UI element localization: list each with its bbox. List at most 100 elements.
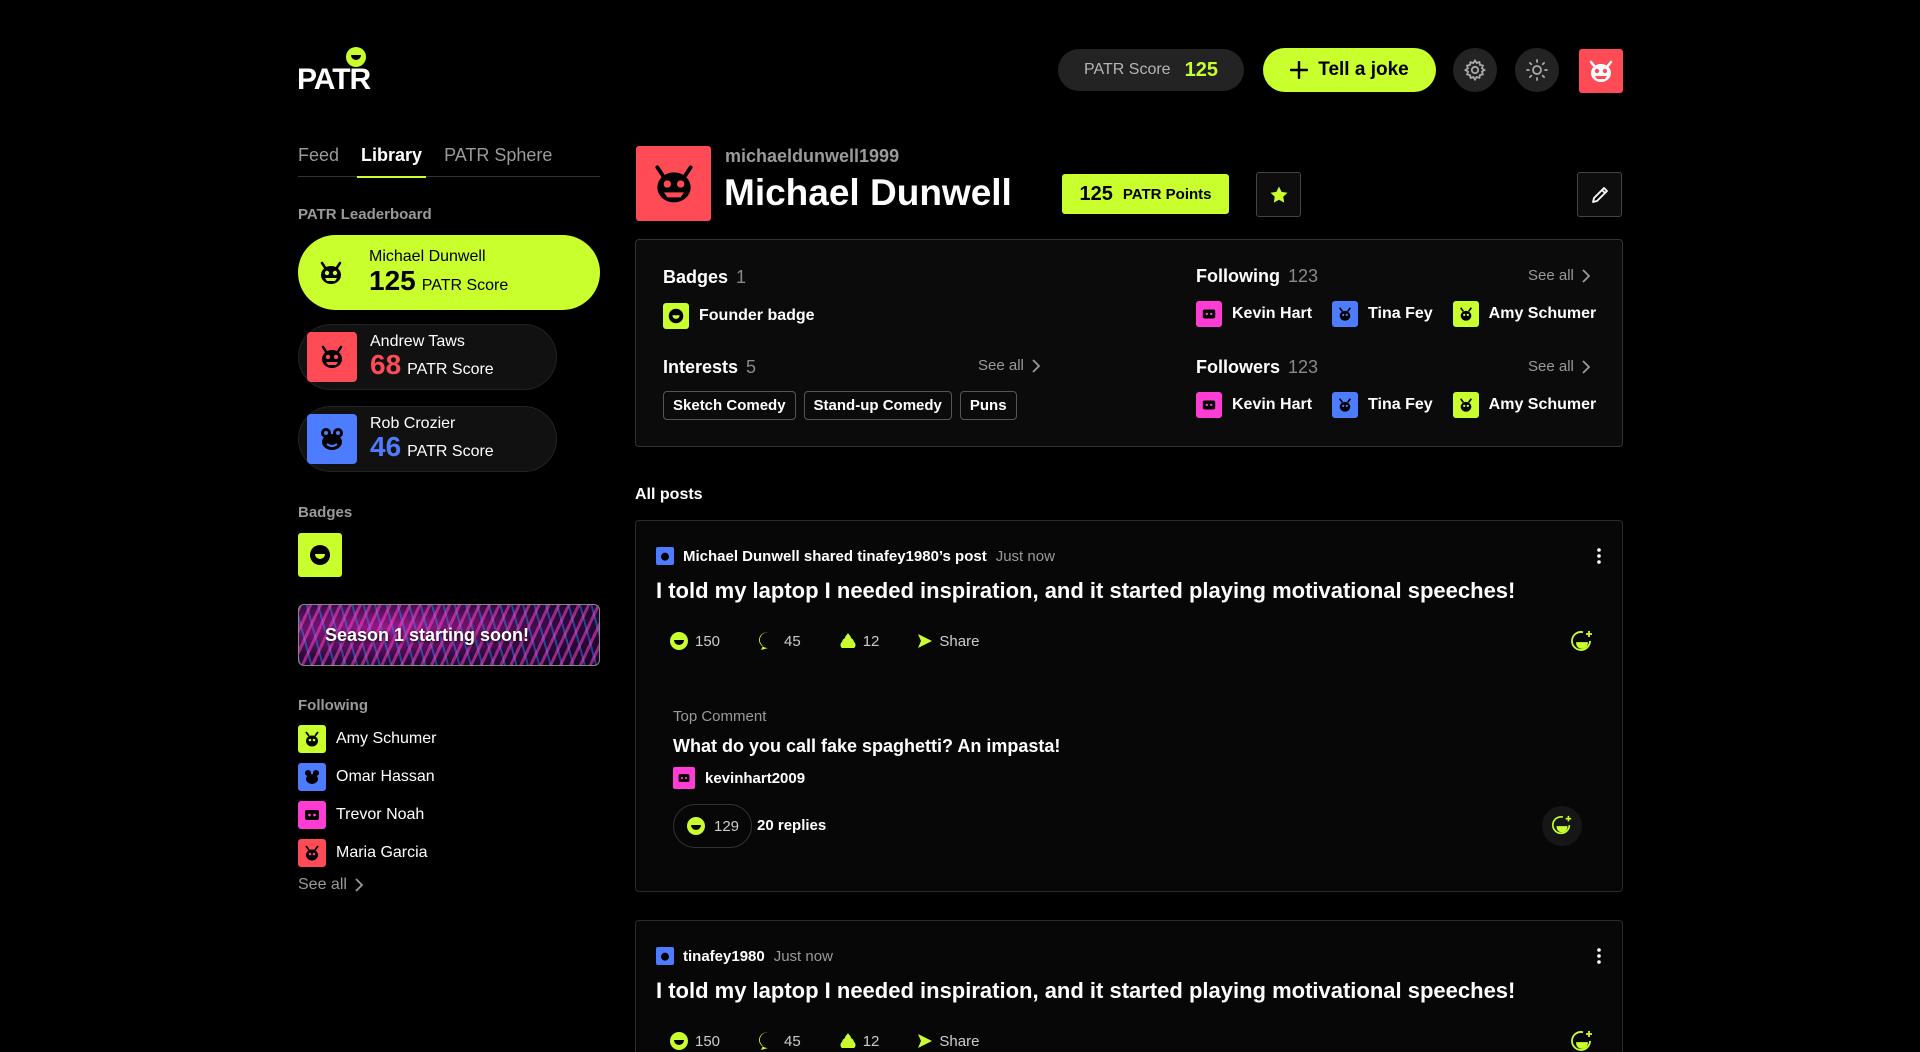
following-item[interactable]: Omar Hassan	[298, 763, 435, 791]
following-see-all-link[interactable]: See all	[1528, 267, 1590, 284]
following-item[interactable]: Trevor Noah	[298, 801, 424, 829]
monster-avatar-icon	[305, 731, 319, 747]
avatar	[1452, 301, 1479, 327]
laugh-icon	[670, 632, 688, 650]
comment-icon	[759, 1032, 769, 1050]
person-tina-fey[interactable]: Tina Fey	[1332, 392, 1433, 418]
interest-chip[interactable]: Puns	[959, 391, 1017, 420]
leaderboard-score-label: PATR Score	[407, 443, 494, 461]
tab-patr-sphere[interactable]: PATR Sphere	[444, 145, 552, 177]
share-arrow-icon	[918, 1034, 933, 1048]
leaderboard-item-2[interactable]: Andrew Taws 68 PATR Score	[298, 324, 557, 390]
person-kevin-hart[interactable]: Kevin Hart	[1196, 301, 1312, 327]
person-amy-schumer[interactable]: Amy Schumer	[1452, 301, 1596, 327]
post-actions: 150 45 12 Share	[669, 631, 979, 651]
following-name: Omar Hassan	[336, 768, 435, 785]
person-name: Tina Fey	[1368, 396, 1433, 413]
add-reaction-button[interactable]	[1570, 1030, 1594, 1052]
laugh-button[interactable]: 150	[669, 631, 720, 651]
following-name: Trevor Noah	[336, 806, 425, 823]
comment-icon	[759, 632, 769, 650]
monster-avatar-icon	[1202, 309, 1216, 319]
replies-link[interactable]: 20 replies	[757, 817, 826, 834]
followers-see-all-link[interactable]: See all	[1528, 358, 1590, 375]
chevron-right-icon	[1582, 268, 1590, 283]
see-all-label: See all	[298, 876, 347, 893]
founder-badge-tile	[663, 303, 689, 329]
all-posts-title: All posts	[635, 486, 703, 503]
patr-score-pill: PATR Score 125	[1058, 49, 1244, 91]
monster-avatar-icon	[654, 164, 693, 202]
post-text: I told my laptop I needed inspiration, a…	[656, 578, 1516, 603]
interest-chip[interactable]: Sketch Comedy	[663, 391, 796, 420]
season-banner[interactable]: Season 1 starting soon!	[298, 604, 600, 666]
badges-heading: Badges 1	[663, 267, 746, 288]
interests-see-all-link[interactable]: See all	[978, 357, 1040, 374]
post-author[interactable]: tinafey1980	[683, 948, 765, 965]
leaderboard-score: 125	[369, 264, 416, 296]
comment-button[interactable]: 45	[758, 1031, 801, 1051]
post-author[interactable]: Michael Dunwell shared tinafey1980’s pos…	[683, 548, 987, 565]
following-item[interactable]: Maria Garcia	[298, 839, 428, 867]
monster-avatar-icon	[1589, 60, 1613, 82]
avatar	[1452, 392, 1479, 418]
person-name: Tina Fey	[1368, 305, 1433, 322]
share-button[interactable]: Share	[917, 633, 979, 650]
favorite-button[interactable]	[1256, 172, 1301, 217]
comment-add-reaction-button[interactable]	[1542, 806, 1582, 846]
avatar	[306, 247, 356, 298]
comment-laugh-button[interactable]: 129	[673, 804, 753, 848]
theme-toggle-button[interactable]	[1515, 48, 1559, 92]
poop-button[interactable]: 12	[839, 632, 879, 650]
points-value: 125	[1079, 182, 1113, 205]
top-comment-label: Top Comment	[673, 708, 767, 725]
commenter-name: kevinhart2009	[705, 769, 806, 787]
laugh-button[interactable]: 150	[669, 1031, 720, 1051]
settings-button[interactable]	[1453, 48, 1497, 92]
monster-avatar-icon	[305, 810, 319, 820]
following-heading-label: Following	[1196, 266, 1280, 286]
monster-avatar-icon	[661, 552, 669, 561]
badges-heading-label: Badges	[663, 267, 729, 287]
founder-badge-icon	[668, 308, 684, 324]
person-kevin-hart[interactable]: Kevin Hart	[1196, 392, 1312, 418]
leaderboard-name: Andrew Taws	[370, 332, 465, 350]
top-comment-text: What do you call fake spaghetti? An impa…	[673, 736, 1061, 756]
logo[interactable]: PATR	[297, 47, 371, 96]
tab-library[interactable]: Library	[357, 145, 427, 178]
leaderboard-item-3[interactable]: Rob Crozier 46 PATR Score	[298, 406, 557, 472]
edit-profile-button[interactable]	[1577, 172, 1622, 217]
comment-button[interactable]: 45	[758, 631, 801, 651]
following-see-all-link[interactable]: See all	[298, 876, 363, 894]
post-actions: 150 45 12 Share	[669, 1031, 979, 1051]
share-button[interactable]: Share	[917, 1033, 979, 1050]
person-amy-schumer[interactable]: Amy Schumer	[1452, 392, 1596, 418]
tell-a-joke-button[interactable]: Tell a joke	[1263, 48, 1436, 92]
badges-count: 1	[736, 267, 747, 287]
poop-count: 12	[862, 1032, 880, 1050]
leaderboard-item-1[interactable]: Michael Dunwell 125 PATR Score	[298, 235, 600, 310]
sun-icon	[1526, 59, 1548, 81]
profile-avatar	[636, 146, 711, 221]
logo-text: PATR	[297, 63, 371, 96]
post-menu-button[interactable]	[1596, 947, 1602, 965]
tab-feed[interactable]: Feed	[298, 145, 339, 177]
following-item[interactable]: Amy Schumer	[298, 725, 436, 753]
person-tina-fey[interactable]: Tina Fey	[1332, 301, 1433, 327]
monster-avatar-icon	[661, 952, 669, 961]
main-tabs: Feed Library PATR Sphere	[298, 145, 600, 178]
interests-heading-label: Interests	[663, 357, 739, 377]
add-reaction-button[interactable]	[1570, 630, 1594, 654]
commenter[interactable]: kevinhart2009	[673, 767, 805, 789]
founder-badge[interactable]: Founder badge	[663, 303, 815, 329]
poop-button[interactable]: 12	[839, 1032, 880, 1050]
profile-avatar-button[interactable]	[1579, 49, 1623, 93]
avatar	[1196, 301, 1222, 327]
founder-badge-tile[interactable]	[298, 533, 342, 577]
avatar	[307, 332, 357, 382]
post-menu-button[interactable]	[1596, 547, 1602, 565]
more-vertical-icon	[1597, 948, 1601, 964]
points-label: PATR Points	[1122, 185, 1212, 203]
interest-chip[interactable]: Stand-up Comedy	[803, 391, 952, 420]
poop-icon	[840, 633, 856, 648]
